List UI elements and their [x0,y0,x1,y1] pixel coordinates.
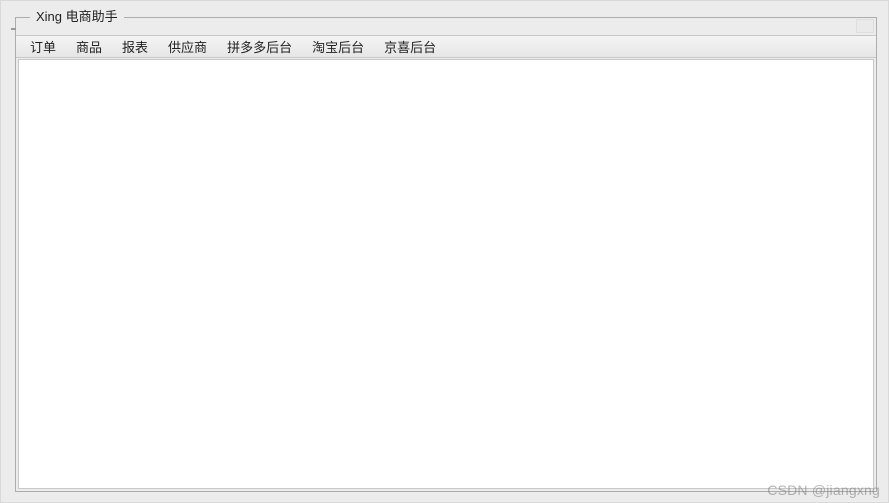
menu-taobao[interactable]: 淘宝后台 [302,35,374,58]
menu-products[interactable]: 商品 [66,35,112,58]
client-area [18,59,874,489]
menu-suppliers[interactable]: 供应商 [158,35,217,58]
titlebar[interactable]: Xing 电商助手 [16,18,876,36]
window-control-icon[interactable] [856,19,874,33]
app-window: Xing 电商助手 订单 商品 报表 供应商 拼多多后台 淘宝后台 京喜后台 [15,17,877,492]
window-title: Xing 电商助手 [30,9,124,25]
menu-orders[interactable]: 订单 [20,35,66,58]
desktop-background: Xing 电商助手 订单 商品 报表 供应商 拼多多后台 淘宝后台 京喜后台 C… [0,0,889,503]
menu-reports[interactable]: 报表 [112,35,158,58]
menu-jingxi[interactable]: 京喜后台 [374,35,446,58]
watermark-text: CSDN @jiangxng [767,482,880,498]
menubar: 订单 商品 报表 供应商 拼多多后台 淘宝后台 京喜后台 [16,36,876,58]
menu-pinduoduo[interactable]: 拼多多后台 [217,35,302,58]
